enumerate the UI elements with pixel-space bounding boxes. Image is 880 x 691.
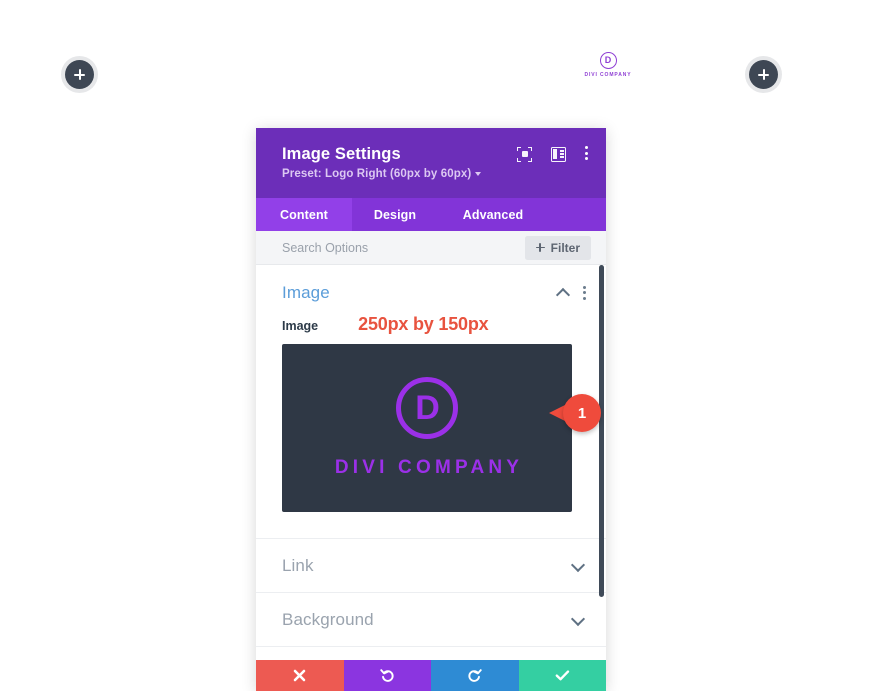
tab-advanced[interactable]: Advanced bbox=[438, 198, 548, 231]
divi-logo-wordmark: DIVI COMPANY bbox=[584, 72, 632, 78]
redo-icon bbox=[468, 669, 482, 682]
divi-logo-mark: D bbox=[396, 377, 458, 439]
image-preview[interactable]: D DIVI COMPANY 1 bbox=[282, 344, 601, 512]
builder-canvas: D DIVI COMPANY Image Settings Preset: Lo… bbox=[0, 0, 880, 691]
page-site-logo: D DIVI COMPANY bbox=[583, 52, 633, 78]
panel-layout-icon[interactable] bbox=[551, 146, 566, 162]
section-more-options-icon[interactable] bbox=[583, 285, 587, 301]
divi-logo-wordmark: DIVI COMPANY bbox=[334, 457, 524, 478]
section-image-title: Image bbox=[282, 283, 330, 302]
section-image: Image Image 250px by 150px D DIVI COMPAN… bbox=[256, 265, 606, 539]
search-input[interactable] bbox=[282, 231, 525, 264]
modal-scrollbar-thumb[interactable] bbox=[599, 265, 604, 597]
section-link: Link bbox=[256, 539, 606, 593]
divi-logo-mark: D bbox=[599, 52, 617, 69]
chevron-down-icon bbox=[475, 172, 482, 177]
undo-button[interactable] bbox=[343, 660, 431, 691]
expand-icon[interactable] bbox=[517, 146, 532, 162]
chevron-down-icon[interactable] bbox=[572, 614, 584, 626]
callout-number: 1 bbox=[577, 404, 587, 422]
modal-footer bbox=[256, 660, 606, 691]
section-link-title: Link bbox=[282, 555, 314, 575]
section-background: Background bbox=[256, 593, 606, 647]
chevron-down-icon[interactable] bbox=[572, 560, 584, 572]
redo-button[interactable] bbox=[431, 660, 519, 691]
size-annotation: 250px by 150px bbox=[358, 314, 489, 334]
tab-content[interactable]: Content bbox=[256, 198, 352, 231]
modal-header-tools bbox=[517, 146, 589, 162]
section-image-header[interactable]: Image bbox=[256, 265, 606, 314]
checkmark-icon bbox=[555, 670, 569, 681]
chevron-up-icon[interactable] bbox=[557, 287, 569, 299]
discard-changes-button[interactable] bbox=[256, 660, 344, 691]
search-bar: Filter bbox=[256, 231, 606, 265]
modal-scrollbar-track[interactable] bbox=[599, 265, 605, 660]
image-field: Image 250px by 150px D DIVI COMPANY 1 bbox=[256, 314, 606, 538]
preset-selector[interactable]: Preset: Logo Right (60px by 60px) bbox=[282, 168, 584, 180]
section-link-header[interactable]: Link bbox=[256, 539, 606, 592]
image-field-label: Image bbox=[282, 319, 319, 333]
modal-tabs: Content Design Advanced bbox=[256, 198, 606, 231]
more-options-icon[interactable] bbox=[585, 146, 589, 162]
section-background-title: Background bbox=[282, 609, 374, 629]
undo-icon bbox=[380, 669, 394, 682]
preset-label: Preset: Logo Right (60px by 60px) bbox=[282, 167, 472, 180]
add-row-button-right[interactable] bbox=[749, 60, 778, 89]
close-icon bbox=[293, 669, 306, 682]
section-background-header[interactable]: Background bbox=[256, 593, 606, 646]
modal-header: Image Settings Preset: Logo Right (60px … bbox=[256, 128, 606, 198]
plus-icon bbox=[535, 243, 545, 252]
filter-button-label: Filter bbox=[550, 240, 580, 255]
callout-marker-1: 1 bbox=[549, 394, 601, 432]
image-settings-modal: Image Settings Preset: Logo Right (60px … bbox=[256, 128, 606, 691]
save-changes-button[interactable] bbox=[518, 660, 606, 691]
modal-body: Image Image 250px by 150px D DIVI COMPAN… bbox=[256, 265, 606, 660]
tab-design[interactable]: Design bbox=[352, 198, 438, 231]
add-row-button-left[interactable] bbox=[65, 60, 94, 89]
filter-button[interactable]: Filter bbox=[524, 235, 591, 260]
